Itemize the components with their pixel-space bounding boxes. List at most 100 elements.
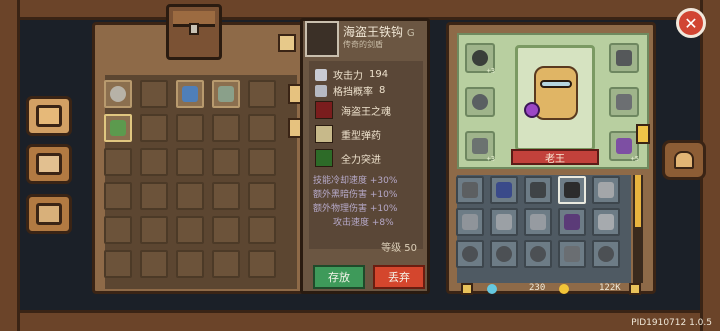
gem-item-icon (182, 86, 198, 102)
frame-left (0, 0, 20, 331)
bag-slot[interactable] (524, 240, 552, 268)
skill-label: 重型弹药 (341, 130, 381, 142)
skill-row: 海盗王之魂 (315, 101, 391, 119)
equip-slot-amulet[interactable]: +3 (465, 43, 495, 75)
drop-button[interactable]: 丢弃 (373, 265, 425, 289)
tab-inventory[interactable] (26, 96, 72, 136)
bag-slot[interactable] (592, 208, 620, 236)
equip-slot-ring[interactable] (465, 87, 495, 117)
inventory-slot[interactable] (104, 80, 132, 108)
inventory-slot[interactable] (176, 250, 204, 278)
bag-slot[interactable] (592, 240, 620, 268)
armor-icon (616, 94, 632, 110)
inventory-slot[interactable] (212, 182, 240, 210)
skill-label: 海盗王之魂 (341, 106, 391, 118)
dark-helm-item-icon (564, 214, 580, 230)
inventory-slot[interactable] (212, 80, 240, 108)
inventory-slot[interactable] (212, 148, 240, 176)
equipment-tab-button[interactable] (662, 140, 706, 180)
bonus-line: 额外黑暗伤害 +10% (313, 190, 398, 200)
sword-item-icon (598, 214, 614, 230)
inventory-slot[interactable] (248, 216, 276, 244)
inventory-slot[interactable] (140, 114, 168, 142)
hook-item-icon (564, 182, 580, 198)
tab-quest-log[interactable] (26, 144, 72, 184)
item-subtitle: 传奇的剑盾 (343, 40, 383, 49)
charge-icon (315, 149, 333, 167)
bag-slot[interactable] (490, 176, 518, 204)
inventory-slot[interactable] (212, 216, 240, 244)
tab-trade[interactable] (26, 194, 72, 234)
bag-slot[interactable] (490, 240, 518, 268)
skill-row: 全力突进 (315, 149, 381, 167)
close-button[interactable]: ✕ (676, 8, 706, 38)
sword-item-icon (462, 214, 478, 230)
magic-orb-icon (524, 102, 540, 118)
inventory-slot[interactable] (176, 182, 204, 210)
glasses-icon (540, 80, 572, 88)
bag-slot[interactable] (490, 208, 518, 236)
shield-icon (315, 84, 327, 97)
inventory-slot[interactable] (104, 182, 132, 210)
coin-count: 122K (599, 283, 621, 293)
lock-icon[interactable] (461, 283, 473, 295)
equip-slot-helmet[interactable] (609, 43, 639, 73)
bag-slot[interactable] (456, 240, 484, 268)
inventory-slot[interactable] (248, 148, 276, 176)
inventory-slot[interactable] (140, 148, 168, 176)
bag-scroll-thumb[interactable] (635, 175, 641, 227)
inventory-slot[interactable] (176, 80, 204, 108)
inventory-slot[interactable] (104, 250, 132, 278)
pirate-soul-icon (315, 101, 333, 119)
equip-slot-boots[interactable]: +3 (465, 131, 495, 163)
ring-item-icon (462, 246, 478, 262)
stat-block: 格挡概率 8 (315, 83, 385, 98)
inventory-slot[interactable] (248, 182, 276, 210)
bag-slot[interactable] (524, 176, 552, 204)
upgrade-badge: +3 (486, 67, 495, 75)
frame-bottom (0, 310, 720, 331)
inventory-slot[interactable] (104, 148, 132, 176)
inventory-slot[interactable] (212, 114, 240, 142)
inventory-slot[interactable] (176, 216, 204, 244)
inventory-slot[interactable] (140, 250, 168, 278)
bonus-line: 攻击速度 +8% (333, 218, 394, 228)
equip-slot-armor[interactable] (609, 87, 639, 117)
inventory-slot[interactable] (248, 114, 276, 142)
inventory-slot[interactable] (212, 250, 240, 278)
inventory-slot[interactable] (104, 114, 132, 142)
inventory-slot[interactable] (248, 250, 276, 278)
store-button[interactable]: 存放 (313, 265, 365, 289)
bonus-line: 技能冷却速度 +30% (313, 176, 398, 186)
coin-icon (559, 284, 569, 294)
bag-slot[interactable] (456, 176, 484, 204)
helmet-icon (616, 50, 632, 66)
bag-slot[interactable] (592, 176, 620, 204)
character-name: 老王 (511, 149, 599, 165)
boots-item-icon (564, 246, 580, 262)
bag-slot-selected[interactable] (558, 176, 586, 204)
currency-bar: 230 122K (457, 283, 657, 295)
storage-chest-icon (166, 4, 222, 60)
sword-item-icon (496, 214, 512, 230)
sort-button[interactable] (278, 34, 296, 52)
ore-item-icon (462, 182, 478, 198)
sword-icon (315, 68, 327, 81)
bag-slot[interactable] (524, 208, 552, 236)
inventory-slot[interactable] (248, 80, 276, 108)
inventory-slot[interactable] (140, 80, 168, 108)
inventory-slot[interactable] (140, 216, 168, 244)
stat-value: 194 (369, 69, 389, 80)
inventory-slot[interactable] (140, 182, 168, 210)
equip-slot-weapon[interactable]: +5 (609, 131, 639, 163)
bag-slot[interactable] (558, 240, 586, 268)
equip-page-arrow[interactable] (636, 124, 650, 144)
ring-item-icon (530, 246, 546, 262)
inventory-slot[interactable] (176, 114, 204, 142)
inventory-slot[interactable] (176, 148, 204, 176)
inventory-slot[interactable] (104, 216, 132, 244)
bag-icon[interactable] (629, 283, 641, 295)
bag-slot[interactable] (558, 208, 586, 236)
bag-slot[interactable] (456, 208, 484, 236)
skill-label: 全力突进 (341, 154, 381, 166)
